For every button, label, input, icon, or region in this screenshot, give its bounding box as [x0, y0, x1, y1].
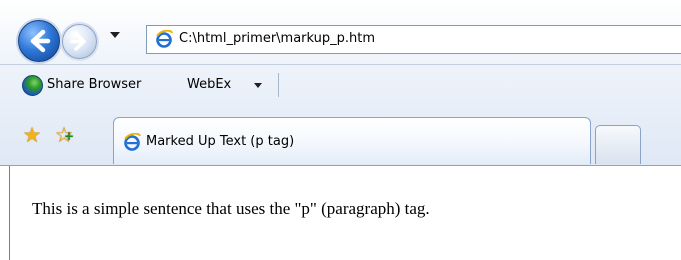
tab-bar: ★ ☆ + Marked Up Text (p tag)	[0, 104, 681, 166]
page-content: This is a simple sentence that uses the …	[0, 166, 681, 260]
webex-link[interactable]: WebEx	[187, 77, 231, 92]
arrow-right-icon	[70, 32, 86, 51]
new-tab-button[interactable]	[595, 125, 641, 164]
content-border	[9, 166, 10, 260]
recent-pages-dropdown[interactable]	[110, 32, 120, 38]
add-favorite-icon[interactable]: ☆ +	[53, 124, 75, 146]
chevron-down-icon[interactable]	[254, 83, 262, 88]
ie-page-icon	[156, 30, 173, 48]
tab-title: Marked Up Text (p tag)	[146, 134, 295, 149]
back-button[interactable]	[18, 20, 60, 62]
globe-icon	[22, 75, 43, 96]
navigation-bar: C:\html_primer\markup_p.htm	[0, 0, 681, 63]
favorites-star-icon[interactable]: ★	[21, 124, 43, 146]
forward-button[interactable]	[62, 24, 97, 59]
plus-icon: +	[64, 129, 75, 143]
ie-page-icon	[124, 133, 141, 151]
arrow-left-icon	[30, 29, 51, 53]
share-browser-link[interactable]: Share Browser	[47, 77, 141, 92]
tab-active[interactable]: Marked Up Text (p tag)	[113, 117, 591, 164]
toolbar-divider	[278, 73, 279, 97]
paragraph-text: This is a simple sentence that uses the …	[32, 199, 430, 218]
address-bar[interactable]: C:\html_primer\markup_p.htm	[146, 25, 681, 54]
browser-chrome: C:\html_primer\markup_p.htm Share Browse…	[0, 0, 681, 166]
address-text[interactable]: C:\html_primer\markup_p.htm	[179, 31, 375, 46]
links-toolbar: Share Browser WebEx	[0, 64, 681, 105]
